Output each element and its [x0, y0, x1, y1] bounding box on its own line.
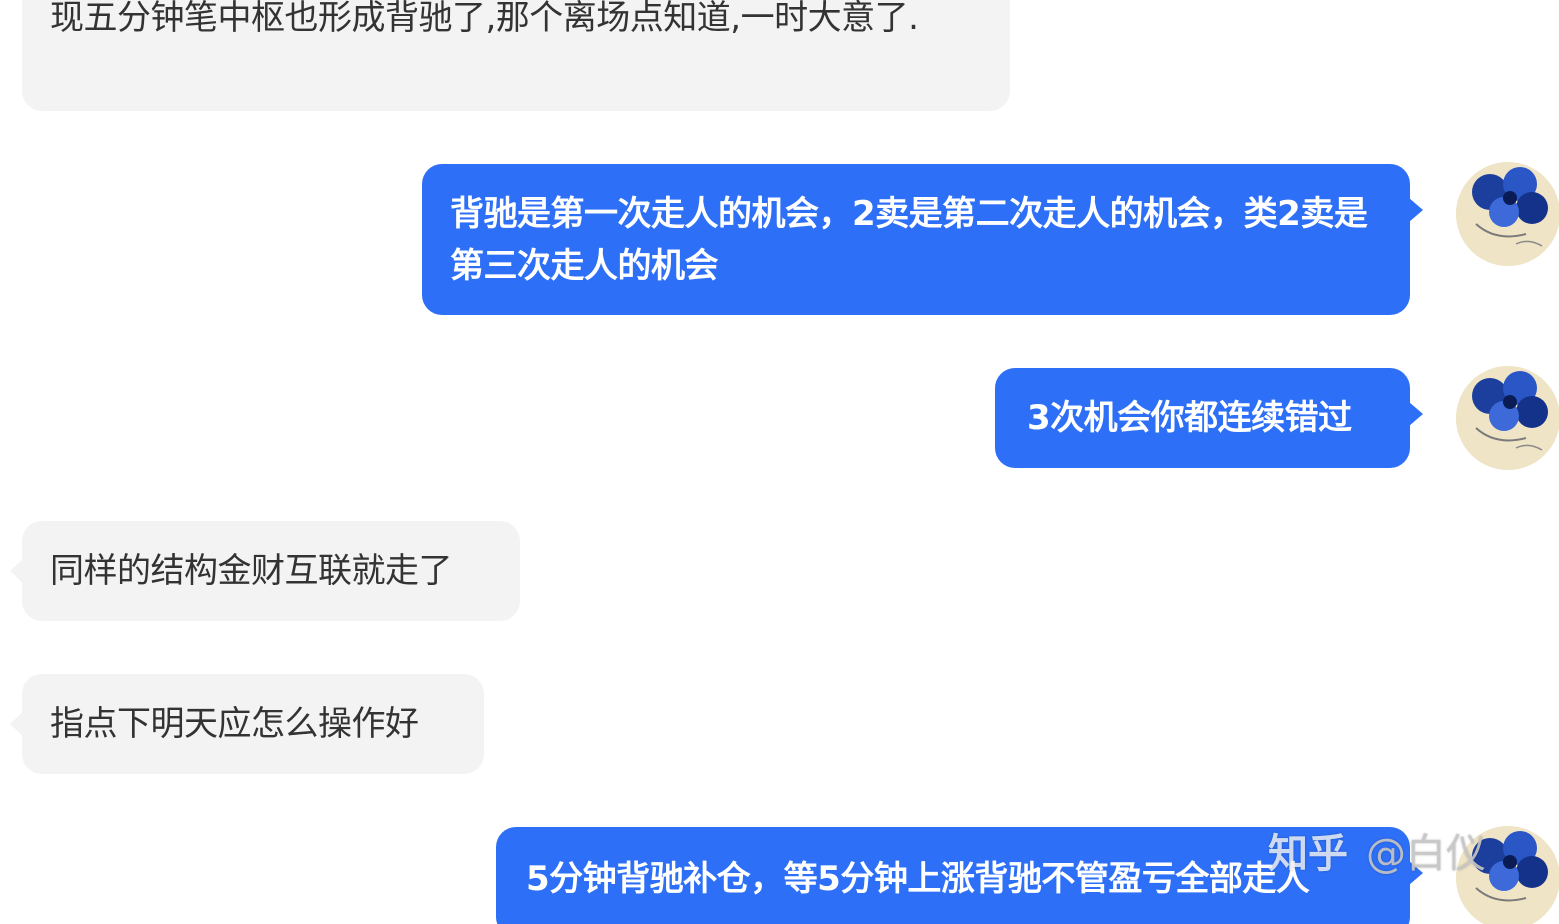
zhihu-watermark: 知乎 @白仪	[1268, 826, 1486, 882]
message-bubble-incoming[interactable]: 同样的结构金财互联就走了	[10, 521, 520, 621]
message-text: 同样的结构金财互联就走了	[50, 551, 453, 591]
message-bubble-incoming[interactable]: 现五分钟笔中枢也形成背驰了,那个离场点知道,一时大意了.	[22, 0, 1010, 111]
message-text: 5分钟背驰补仓，等5分钟上涨背驰不管盈亏全部走人	[526, 859, 1310, 899]
message-text: 背驰是第一次走人的机会，2卖是第二次走人的机会，类2卖是第三次走人的机会	[450, 194, 1368, 286]
watermark-site: 知乎	[1268, 831, 1348, 877]
avatar[interactable]	[1456, 162, 1559, 266]
message-text: 现五分钟笔中枢也形成背驰了,那个离场点知道,一时大意了.	[50, 0, 919, 38]
watermark-handle: @白仪	[1366, 831, 1486, 877]
message-text: 3次机会你都连续错过	[1027, 398, 1352, 438]
message-bubble-outgoing[interactable]: 3次机会你都连续错过	[995, 368, 1423, 468]
blue-flower-avatar-icon	[1456, 366, 1559, 470]
message-bubble-incoming[interactable]: 指点下明天应怎么操作好	[10, 674, 484, 774]
message-text: 指点下明天应怎么操作好	[50, 704, 419, 744]
blue-flower-avatar-icon	[1456, 162, 1559, 266]
avatar[interactable]	[1456, 366, 1559, 470]
message-bubble-outgoing[interactable]: 背驰是第一次走人的机会，2卖是第二次走人的机会，类2卖是第三次走人的机会	[422, 164, 1423, 315]
chat-thread: 现五分钟笔中枢也形成背驰了,那个离场点知道,一时大意了. 背驰是第一次走人的机会…	[0, 0, 1559, 924]
